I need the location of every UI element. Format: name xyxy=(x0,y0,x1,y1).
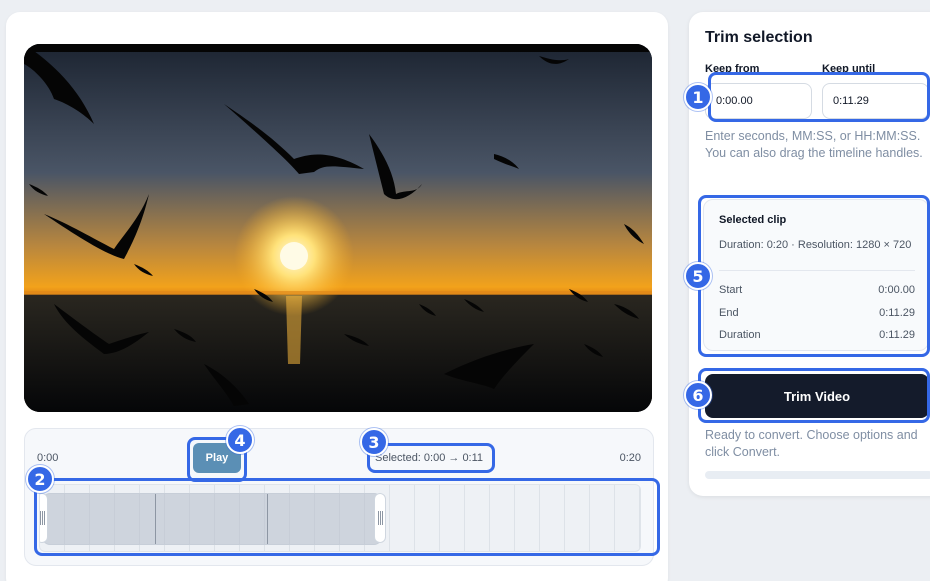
keep-from-label: Keep from xyxy=(705,63,760,75)
clip-row-duration: Duration 0:11.29 xyxy=(719,329,915,341)
timeline-track[interactable] xyxy=(39,484,641,552)
timeline-end-time: 0:20 xyxy=(619,452,641,464)
page: 0:00 Play Selected: 0:00 → 0:11 0:20 Tri… xyxy=(0,0,930,581)
keep-from-input[interactable] xyxy=(705,83,812,119)
timeline-start-handle[interactable] xyxy=(40,493,48,543)
selected-clip-card: Selected clip Duration: 0:20 · Resolutio… xyxy=(703,199,929,351)
progress-bar xyxy=(705,471,930,479)
video-preview[interactable] xyxy=(24,44,652,412)
clip-row-value: 0:00.00 xyxy=(878,284,915,296)
clip-row-label: Duration xyxy=(719,329,761,341)
timeline-marker xyxy=(267,494,268,544)
timeline-marker xyxy=(155,494,156,544)
video-frame-image xyxy=(24,44,652,412)
clip-row-value: 0:11.29 xyxy=(879,329,915,341)
trim-video-button[interactable]: Trim Video xyxy=(705,374,929,418)
annotation-badge: 6 xyxy=(684,381,712,409)
clip-row-label: End xyxy=(719,307,739,319)
timeline-panel: 0:00 Play Selected: 0:00 → 0:11 0:20 xyxy=(24,428,654,566)
selected-range-text: Selected: 0:00 → 0:11 xyxy=(375,452,484,464)
clip-info-text: Duration: 0:20 · Resolution: 1280 × 720 xyxy=(719,239,912,251)
status-text: Ready to convert. Choose options and cli… xyxy=(705,428,918,459)
sidebar-title: Trim selection xyxy=(705,29,813,46)
keep-until-label: Keep until xyxy=(822,63,876,75)
timeline-selection[interactable] xyxy=(42,493,382,545)
trim-sidebar: Trim selection Keep from Keep until Ente… xyxy=(689,12,930,496)
grip-icon xyxy=(377,511,383,525)
timeline-start-time: 0:00 xyxy=(37,452,59,464)
annotation-badge: 5 xyxy=(684,262,712,290)
clip-row-start: Start 0:00.00 xyxy=(719,284,915,296)
clip-row-label: Start xyxy=(719,284,743,296)
clip-row-value: 0:11.29 xyxy=(879,307,915,319)
timeline-end-handle[interactable] xyxy=(374,493,386,543)
annotation-badge: 1 xyxy=(684,83,712,111)
keep-until-input[interactable] xyxy=(822,83,929,119)
grip-icon xyxy=(40,511,45,525)
annotation-badge: 2 xyxy=(26,465,54,493)
selected-clip-title: Selected clip xyxy=(719,214,787,226)
divider xyxy=(719,270,915,271)
annotation-badge: 3 xyxy=(360,428,388,456)
annotation-badge: 4 xyxy=(226,426,254,454)
clip-row-end: End 0:11.29 xyxy=(719,307,915,319)
time-format-hint: Enter seconds, MM:SS, or HH:MM:SS. You c… xyxy=(705,129,923,160)
